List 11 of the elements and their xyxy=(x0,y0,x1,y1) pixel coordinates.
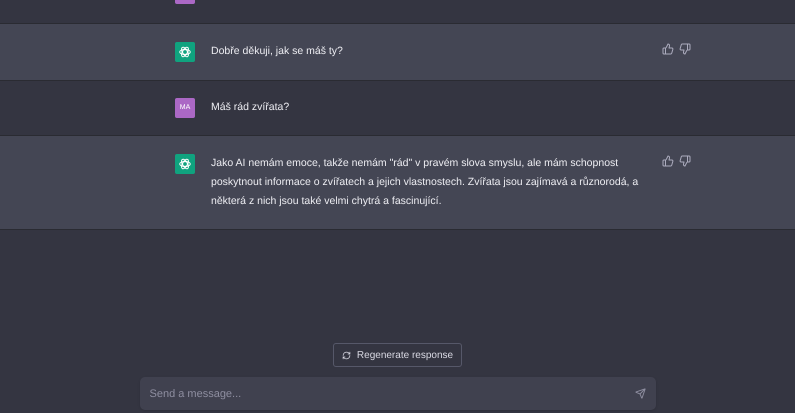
thumbs-up-icon[interactable] xyxy=(662,155,674,167)
message-text: Máš rád zvířata? xyxy=(211,100,290,115)
send-icon[interactable] xyxy=(634,388,646,399)
message-text: Dobře děkuji, jak se máš ty? xyxy=(211,44,344,59)
thumbs-down-icon[interactable] xyxy=(679,43,691,55)
regenerate-button[interactable]: Regenerate response xyxy=(332,343,462,367)
message-input[interactable]: Send a message... xyxy=(140,377,656,410)
thumbs-down-icon[interactable] xyxy=(679,155,691,167)
refresh-icon xyxy=(342,350,351,360)
thumbs-up-icon[interactable] xyxy=(662,43,674,55)
message-text: Jako AI nemám emoce, takže nemám "rád" v pravém slova smyslu, ale mám schopnost poskytnout informace o zvířatech a jejich vlastnostech. Zvířata jsou zajímavá a různorodá, a některá z nich jsou také velmi chytrá a fascinující. xyxy=(211,156,640,209)
